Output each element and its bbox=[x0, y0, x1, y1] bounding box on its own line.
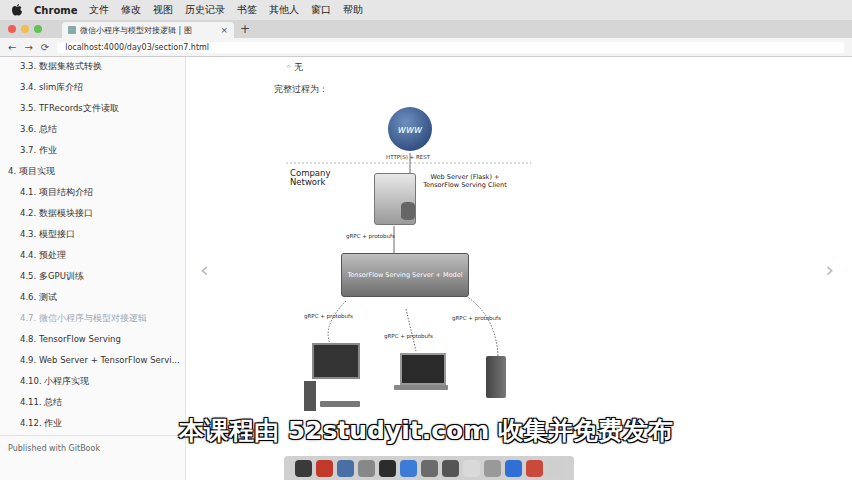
browser-tab[interactable]: 微信小程序与模型对接逻辑 | 图 × bbox=[62, 22, 234, 38]
sidebar-item[interactable]: 4.9. Web Server + TensorFlow Servi... bbox=[0, 351, 185, 372]
menu-bar: Chrome 文件修改视图历史记录书签其他人窗口帮助 bbox=[0, 0, 852, 20]
app-icon[interactable] bbox=[400, 460, 417, 477]
sidebar-item[interactable]: 4.10. 小程序实现 bbox=[0, 372, 185, 393]
address-bar: ← → ⟳ localhost:4000/day03/section7.html bbox=[0, 38, 852, 57]
dock bbox=[284, 456, 574, 480]
url-field[interactable]: localhost:4000/day03/section7.html bbox=[57, 42, 844, 53]
menu-item[interactable]: 书签 bbox=[237, 3, 257, 17]
subtitle-overlay: 本课程由 52studyit.com 收集并免费发布 bbox=[0, 414, 852, 447]
grpc-label: gRPC + protobufs bbox=[384, 333, 433, 339]
zoom-dot-icon[interactable] bbox=[34, 25, 42, 33]
sidebar-item[interactable]: 4.2. 数据模块接口 bbox=[0, 204, 185, 225]
sidebar-footer[interactable]: Published with GitBook bbox=[0, 435, 185, 480]
sidebar-item[interactable]: 4.4. 预处理 bbox=[0, 246, 185, 267]
menu-item[interactable]: 窗口 bbox=[311, 3, 331, 17]
sidebar-item[interactable]: 3.5. TFRecords文件读取 bbox=[0, 99, 185, 120]
sidebar-item[interactable]: 3.3. 数据集格式转换 bbox=[0, 57, 185, 78]
sidebar-item[interactable]: 4.7. 微信小程序与模型对接逻辑 bbox=[0, 309, 185, 330]
sidebar-item[interactable]: 3.4. slim库介绍 bbox=[0, 78, 185, 99]
http-label: HTTP(S) + REST bbox=[386, 154, 430, 160]
sidebar-item[interactable]: 3.7. 作业 bbox=[0, 141, 185, 162]
sidebar-item[interactable]: 4.12. 作业 bbox=[0, 414, 185, 435]
sidebar-item[interactable]: 4.5. 多GPU训练 bbox=[0, 267, 185, 288]
app-icon[interactable] bbox=[463, 460, 480, 477]
menu-item[interactable]: 帮助 bbox=[343, 3, 363, 17]
architecture-diagram: www HTTP(S) + REST Company Network Web S… bbox=[286, 101, 536, 421]
sidebar-item[interactable]: 4. 项目实现 bbox=[0, 162, 185, 183]
app-icon[interactable] bbox=[295, 460, 312, 477]
grpc-label: gRPC + protobufs bbox=[452, 315, 501, 321]
sidebar-item[interactable]: 4.8. TensorFlow Serving bbox=[0, 330, 185, 351]
grpc-label: gRPC + protobufs bbox=[304, 313, 353, 319]
app-icon[interactable] bbox=[421, 460, 438, 477]
sidebar-item[interactable]: 3.6. 总结 bbox=[0, 120, 185, 141]
app-icon[interactable] bbox=[358, 460, 375, 477]
reload-button[interactable]: ⟳ bbox=[41, 42, 49, 53]
app-icon[interactable] bbox=[337, 460, 354, 477]
server-tower-icon bbox=[486, 356, 506, 398]
app-icon[interactable] bbox=[316, 460, 333, 477]
grpc-label: gRPC + protobufs bbox=[346, 233, 395, 239]
tab-bar: 微信小程序与模型对接逻辑 | 图 × + bbox=[0, 20, 852, 38]
sidebar-item[interactable]: 4.11. 总结 bbox=[0, 393, 185, 414]
intro-text: 完整过程为： bbox=[274, 83, 328, 96]
new-tab-button[interactable]: + bbox=[240, 22, 250, 36]
desktop-icon bbox=[304, 343, 364, 418]
back-button[interactable]: ← bbox=[8, 42, 16, 53]
app-icon[interactable] bbox=[442, 460, 459, 477]
minimize-dot-icon[interactable] bbox=[21, 25, 29, 33]
forward-button[interactable]: → bbox=[24, 42, 32, 53]
sidebar-item[interactable]: 4.6. 测试 bbox=[0, 288, 185, 309]
app-icon[interactable] bbox=[526, 460, 543, 477]
screen: Chrome 文件修改视图历史记录书签其他人窗口帮助 微信小程序与模型对接逻辑 … bbox=[0, 0, 852, 480]
apple-icon[interactable] bbox=[12, 4, 22, 16]
menu-item[interactable]: 其他人 bbox=[269, 3, 299, 17]
page-icon bbox=[68, 26, 76, 34]
app-menu[interactable]: Chrome bbox=[34, 5, 77, 16]
menu-item[interactable]: 修改 bbox=[121, 3, 141, 17]
app-icon[interactable] bbox=[484, 460, 501, 477]
app-icon[interactable] bbox=[547, 460, 564, 477]
app-icon[interactable] bbox=[505, 460, 522, 477]
bullet-item: ◦ 无 bbox=[286, 61, 303, 74]
sidebar-item[interactable]: 4.1. 项目结构介绍 bbox=[0, 183, 185, 204]
sidebar-item[interactable]: 4.3. 模型接口 bbox=[0, 225, 185, 246]
tab-close[interactable]: × bbox=[220, 25, 228, 35]
menu-item[interactable]: 视图 bbox=[153, 3, 173, 17]
prev-page-button[interactable]: ‹ bbox=[200, 257, 209, 282]
web-server-label: Web Server (Flask) + TensorFlow Serving … bbox=[420, 173, 510, 189]
menu-item[interactable]: 文件 bbox=[89, 3, 109, 17]
network-label: Company Network bbox=[290, 169, 350, 188]
web-server-icon bbox=[374, 173, 416, 225]
serving-server: TensorFlow Serving Server + Model bbox=[341, 253, 469, 297]
next-page-button[interactable]: › bbox=[825, 257, 834, 282]
laptop-icon bbox=[394, 353, 448, 393]
app-icon[interactable] bbox=[379, 460, 396, 477]
close-dot-icon[interactable] bbox=[8, 25, 16, 33]
internet-globe-icon: www bbox=[388, 107, 432, 151]
sidebar: 3.3. 数据集格式转换3.4. slim库介绍3.5. TFRecords文件… bbox=[0, 57, 186, 480]
window-controls bbox=[8, 25, 42, 33]
menu-item[interactable]: 历史记录 bbox=[185, 3, 225, 17]
